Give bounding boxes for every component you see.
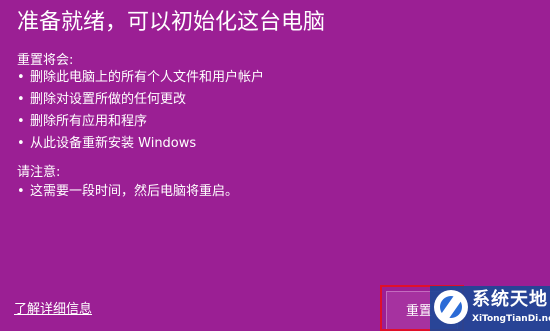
list-item-text: 从此设备重新安装 Windows [30,136,197,151]
list-item: • 这需要一段时间，然后电脑将重启。 [17,181,238,203]
list-item-text: 这需要一段时间，然后电脑将重启。 [30,184,239,199]
note-list: • 这需要一段时间，然后电脑将重启。 [17,181,238,203]
list-item: • 删除所有应用和程序 [17,111,264,133]
bullet-icon: • [17,136,25,151]
bullet-icon: • [17,184,25,199]
bullet-icon: • [17,92,25,107]
bullet-icon: • [17,114,25,129]
list-item-text: 删除对设置所做的任何更改 [30,92,187,107]
logo-icon [434,290,468,324]
bullet-icon: • [17,70,25,85]
list-item: • 删除对设置所做的任何更改 [17,89,264,111]
list-item: • 删除此电脑上的所有个人文件和用户帐户 [17,67,264,89]
note-label: 请注意: [17,165,61,180]
watermark-badge: 系统天地 XiTongTianDi.net [430,286,550,331]
list-item-text: 删除所有应用和程序 [30,114,148,129]
watermark-url: XiTongTianDi.net [472,314,550,324]
list-item-text: 删除此电脑上的所有个人文件和用户帐户 [30,70,265,85]
dialog-title: 准备就绪，可以初始化这台电脑 [17,10,326,35]
reset-will-list: • 删除此电脑上的所有个人文件和用户帐户 • 删除对设置所做的任何更改 • 删除… [17,67,264,155]
list-item: • 从此设备重新安装 Windows [17,133,264,155]
watermark-title: 系统天地 [472,289,548,310]
learn-more-link[interactable]: 了解详细信息 [14,301,92,319]
reset-button-label: 重置 [406,304,433,319]
